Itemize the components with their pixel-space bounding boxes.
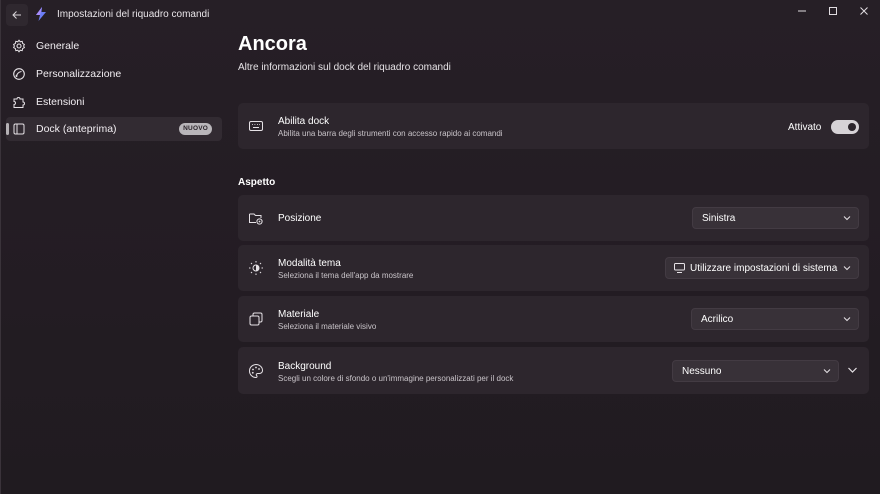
enable-dock-description: Abilita una barra degli strumenti con ac… <box>278 129 503 138</box>
theme-value: Utilizzare impostazioni di sistema <box>690 262 838 274</box>
page-subtitle: Altre informazioni sul dock del riquadro… <box>238 62 451 73</box>
palette-icon <box>249 363 264 379</box>
toggle-knob <box>848 123 856 131</box>
position-title: Posizione <box>278 213 322 224</box>
minimize-icon <box>798 10 806 12</box>
position-dropdown[interactable]: Sinistra <box>692 207 859 229</box>
maximize-icon <box>829 7 837 15</box>
folder-gear-icon <box>249 213 263 225</box>
chevron-down-icon <box>843 266 851 271</box>
expand-chevron-icon[interactable] <box>847 366 858 374</box>
layers-icon <box>249 312 263 326</box>
close-button[interactable] <box>846 0 880 22</box>
material-dropdown[interactable]: Acrilico <box>691 308 859 330</box>
close-icon <box>860 7 868 15</box>
theme-title: Modalità tema <box>278 258 341 269</box>
position-value: Sinistra <box>702 212 736 224</box>
chevron-down-icon <box>843 317 851 322</box>
selection-indicator <box>6 123 9 135</box>
sidebar-item-estensioni[interactable]: Estensioni <box>6 90 222 114</box>
material-description: Seleziona il materiale visivo <box>278 322 377 331</box>
new-badge: NUOVO <box>179 123 212 135</box>
window-border <box>0 0 1 494</box>
gear-icon <box>12 39 26 53</box>
position-card: Posizione Sinistra <box>238 195 869 241</box>
material-value: Acrilico <box>701 313 734 325</box>
keyboard-icon <box>249 121 263 131</box>
theme-card: Modalità tema Seleziona il tema dell'app… <box>238 245 869 291</box>
sidebar-item-label: Estensioni <box>36 96 85 108</box>
sidebar-item-dock[interactable]: Dock (anteprima) NUOVO <box>6 117 222 141</box>
enable-dock-toggle[interactable] <box>831 120 859 134</box>
title-bar: Impostazioni del riquadro comandi <box>0 0 880 30</box>
background-value: Nessuno <box>682 365 722 377</box>
theme-description: Seleziona il tema dell'app da mostrare <box>278 271 414 280</box>
background-card[interactable]: Background Scegli un colore di sfondo o … <box>238 347 869 394</box>
sidebar-item-label: Generale <box>36 40 80 52</box>
theme-dropdown[interactable]: Utilizzare impostazioni di sistema <box>665 257 859 279</box>
monitor-icon <box>674 263 685 273</box>
dock-icon <box>13 123 25 135</box>
background-dropdown[interactable]: Nessuno <box>672 360 839 382</box>
section-title-aspetto: Aspetto <box>238 177 276 188</box>
puzzle-icon <box>13 97 25 108</box>
sidebar-item-label: Personalizzazione <box>36 68 122 80</box>
chevron-down-icon <box>843 216 851 221</box>
settings-window: Impostazioni del riquadro comandi Genera… <box>0 0 880 494</box>
sidebar-item-generale[interactable]: Generale <box>6 34 222 58</box>
back-button[interactable] <box>6 4 28 26</box>
sidebar-item-personalizzazione[interactable]: Personalizzazione <box>6 62 222 86</box>
window-title: Impostazioni del riquadro comandi <box>57 9 210 20</box>
background-description: Scegli un colore di sfondo o un'immagine… <box>278 374 514 383</box>
background-title: Background <box>278 361 332 372</box>
chevron-down-icon <box>823 369 831 374</box>
toggle-state-label: Attivato <box>788 122 822 133</box>
material-title: Materiale <box>278 309 320 320</box>
brightness-icon <box>249 261 263 275</box>
material-card: Materiale Seleziona il materiale visivo … <box>238 296 869 342</box>
enable-dock-title: Abilita dock <box>278 116 330 127</box>
arrow-left-icon <box>12 11 21 19</box>
command-palette-icon <box>36 7 46 21</box>
brush-icon <box>13 68 25 80</box>
sidebar-item-label: Dock (anteprima) <box>36 123 117 135</box>
enable-dock-card: Abilita dock Abilita una barra degli str… <box>238 103 869 149</box>
page-title: Ancora <box>238 33 307 55</box>
